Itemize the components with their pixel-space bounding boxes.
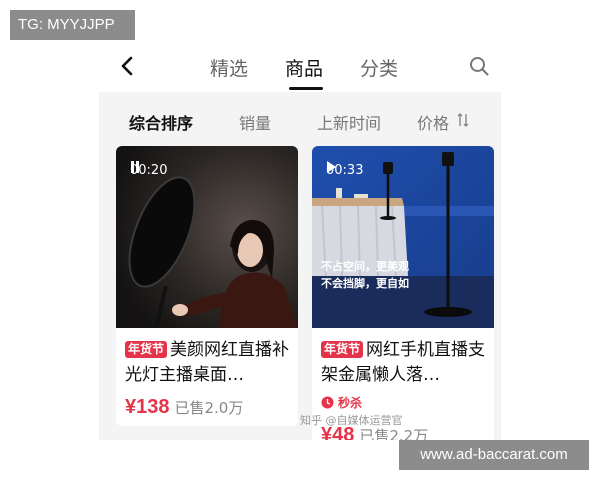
- product-price: ¥138: [125, 396, 170, 418]
- flash-sale-label: 秒杀: [338, 396, 363, 410]
- video-duration: 00:33: [326, 161, 363, 179]
- tab-products[interactable]: 商品: [285, 54, 323, 81]
- promo-badge: 年货节: [321, 341, 364, 358]
- pause-icon[interactable]: [130, 161, 140, 173]
- video-caption: 不占空间，更美观 不会挡脚，更自如: [321, 258, 409, 292]
- phone-screen: 精选 商品 分类 综合排序 销量 上新时间 价格 00:20 年货节 美颜网红直…: [99, 40, 501, 440]
- video-caption-line: 不会挡脚，更自如: [321, 277, 409, 290]
- sort-comprehensive[interactable]: 综合排序: [129, 110, 193, 134]
- product-card[interactable]: 00:20 年货节 美颜网红直播补光灯主播桌面… ¥138 已售2.0万: [116, 146, 298, 426]
- price-row: ¥138 已售2.0万: [125, 396, 243, 419]
- sort-sales[interactable]: 销量: [239, 110, 271, 134]
- watermark-tg: TG: MYYJJPP: [10, 10, 135, 40]
- sort-bar: 综合排序 销量 上新时间 价格: [99, 92, 501, 144]
- product-card[interactable]: 00:33 不占空间，更美观 不会挡脚，更自如 年货节 网红手机直播支架金属懒人落…: [312, 146, 494, 440]
- product-title[interactable]: 年货节 网红手机直播支架金属懒人落…: [321, 338, 491, 388]
- product-video-thumbnail[interactable]: 00:20: [116, 146, 298, 328]
- play-icon[interactable]: [326, 161, 336, 173]
- tab-categories[interactable]: 分类: [360, 54, 398, 81]
- top-nav: 精选 商品 分类: [99, 40, 501, 92]
- chevron-left-icon[interactable]: [117, 55, 139, 77]
- clock-icon: [321, 396, 334, 409]
- product-video-thumbnail[interactable]: 00:33 不占空间，更美观 不会挡脚，更自如: [312, 146, 494, 328]
- watermark-site: www.ad-baccarat.com: [399, 440, 589, 470]
- active-tab-indicator: [289, 87, 323, 90]
- promo-badge: 年货节: [125, 341, 168, 358]
- sold-count: 已售2.0万: [174, 399, 244, 417]
- flash-sale-tag: 秒杀: [321, 394, 362, 411]
- watermark-zhihu: 知乎 @自媒体运营官: [300, 414, 403, 427]
- video-caption-line: 不占空间，更美观: [321, 260, 409, 273]
- sort-price[interactable]: 价格: [417, 110, 449, 134]
- sort-arrows-icon[interactable]: [457, 112, 469, 128]
- video-duration: 00:20: [130, 161, 167, 179]
- sort-newest[interactable]: 上新时间: [317, 110, 381, 134]
- search-icon[interactable]: [469, 56, 489, 76]
- tab-featured[interactable]: 精选: [210, 54, 248, 81]
- product-title[interactable]: 年货节 美颜网红直播补光灯主播桌面…: [125, 338, 295, 388]
